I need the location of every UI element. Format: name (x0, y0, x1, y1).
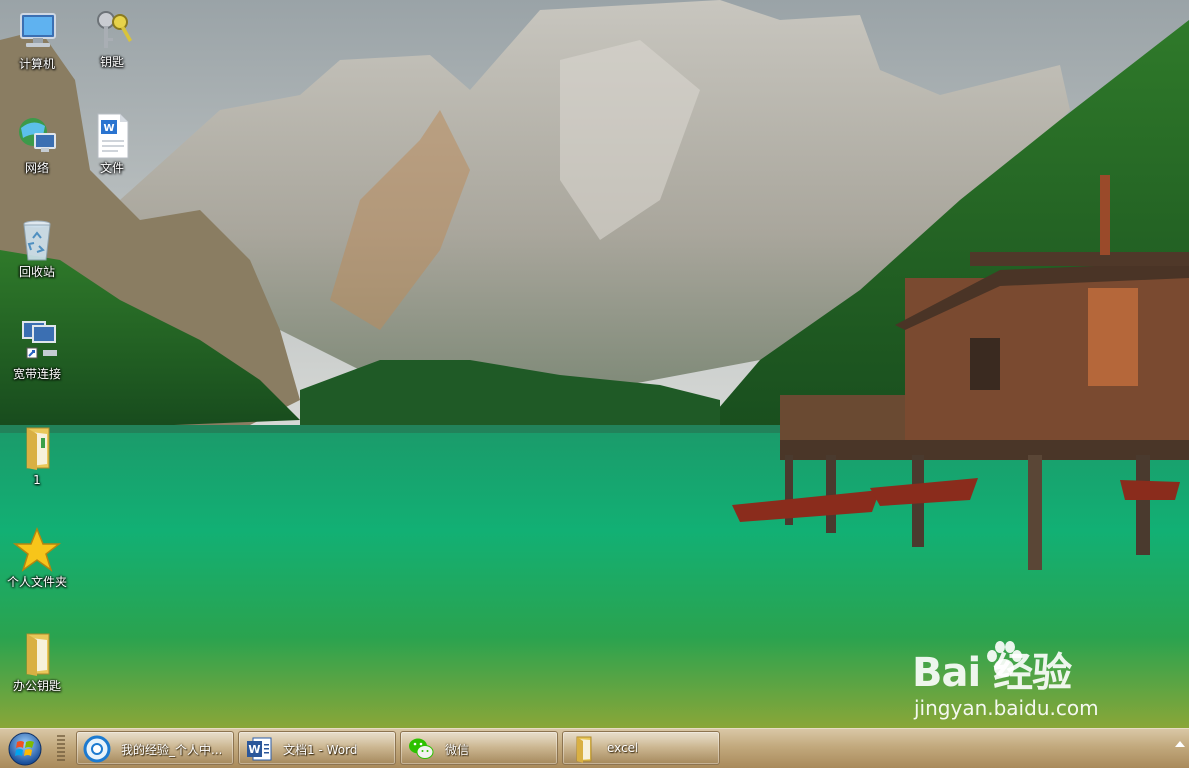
taskbar: 我的经验_个人中... W 文档1 - Word 微信 excel (0, 728, 1189, 768)
taskbar-button-label: 文档1 - Word (283, 743, 358, 757)
folder-icon (26, 427, 50, 470)
folder-icon (26, 633, 50, 676)
desktop-icon-label: 办公钥匙 (12, 679, 61, 693)
show-hidden-icons-arrow[interactable] (1175, 741, 1185, 747)
word-document-icon: W (97, 113, 129, 159)
taskbar-button-browser[interactable]: 我的经验_个人中... (76, 731, 234, 765)
svg-text:W: W (248, 743, 260, 756)
desktop-icon-label: 钥匙 (99, 55, 124, 69)
desktop-icon-recycle-bin[interactable]: 回收站 (1, 216, 73, 280)
desktop-icon-broadband[interactable]: 宽带连接 (1, 318, 73, 382)
taskbar-button-word[interactable]: W 文档1 - Word (238, 731, 396, 765)
keys-icon (97, 11, 132, 48)
svg-text:W: W (103, 123, 114, 134)
wechat-icon (409, 738, 434, 759)
recycle-bin-icon (23, 220, 51, 261)
desktop-icon-office-keys[interactable]: 办公钥匙 (1, 630, 73, 694)
broadband-connection-icon (22, 321, 57, 359)
windows-start-icon (8, 732, 42, 766)
taskbar-button-excel-folder[interactable]: excel (562, 731, 720, 765)
desktop-icon-label: 1 (33, 473, 41, 487)
desktop-icon-label: 回收站 (18, 265, 55, 279)
desktop-icon-label: 网络 (24, 161, 49, 175)
wallpaper (0, 0, 1189, 728)
word-icon: W (247, 737, 272, 761)
start-button[interactable] (5, 731, 45, 767)
desktop-icon-label: 宽带连接 (12, 367, 61, 381)
computer-icon (20, 13, 56, 47)
browser-icon (83, 735, 111, 763)
watermark-url: jingyan.baidu.com (914, 696, 1099, 720)
desktop-icon-personal-folder[interactable]: 个人文件夹 (1, 526, 73, 590)
desktop[interactable]: 计算机 钥匙 网络 W 文件 回收站 宽带连接 1 个人文件夹 办公钥匙 Bai… (0, 0, 1189, 728)
folder-icon (576, 736, 592, 763)
desktop-icon-label: 计算机 (18, 57, 55, 71)
taskbar-button-wechat[interactable]: 微信 (400, 731, 558, 765)
baidu-jingyan-watermark: Bai 经验 jingyan.baidu.com (912, 640, 1132, 728)
taskbar-grip[interactable] (57, 735, 65, 763)
desktop-icon-label: 文件 (99, 161, 124, 175)
taskbar-button-label: excel (607, 741, 639, 755)
taskbar-button-label: 我的经验_个人中... (121, 743, 223, 757)
desktop-icon-folder-1[interactable]: 1 (1, 424, 73, 488)
desktop-icon-network[interactable]: 网络 (1, 112, 73, 176)
desktop-icon-keys[interactable]: 钥匙 (76, 6, 148, 70)
desktop-icon-label: 个人文件夹 (6, 575, 67, 589)
desktop-icon-file[interactable]: W 文件 (76, 112, 148, 176)
paw-logo-icon (987, 641, 1022, 677)
network-icon (19, 118, 56, 152)
desktop-icon-computer[interactable]: 计算机 (1, 8, 73, 72)
star-icon (13, 526, 61, 572)
taskbar-button-label: 微信 (445, 743, 470, 757)
